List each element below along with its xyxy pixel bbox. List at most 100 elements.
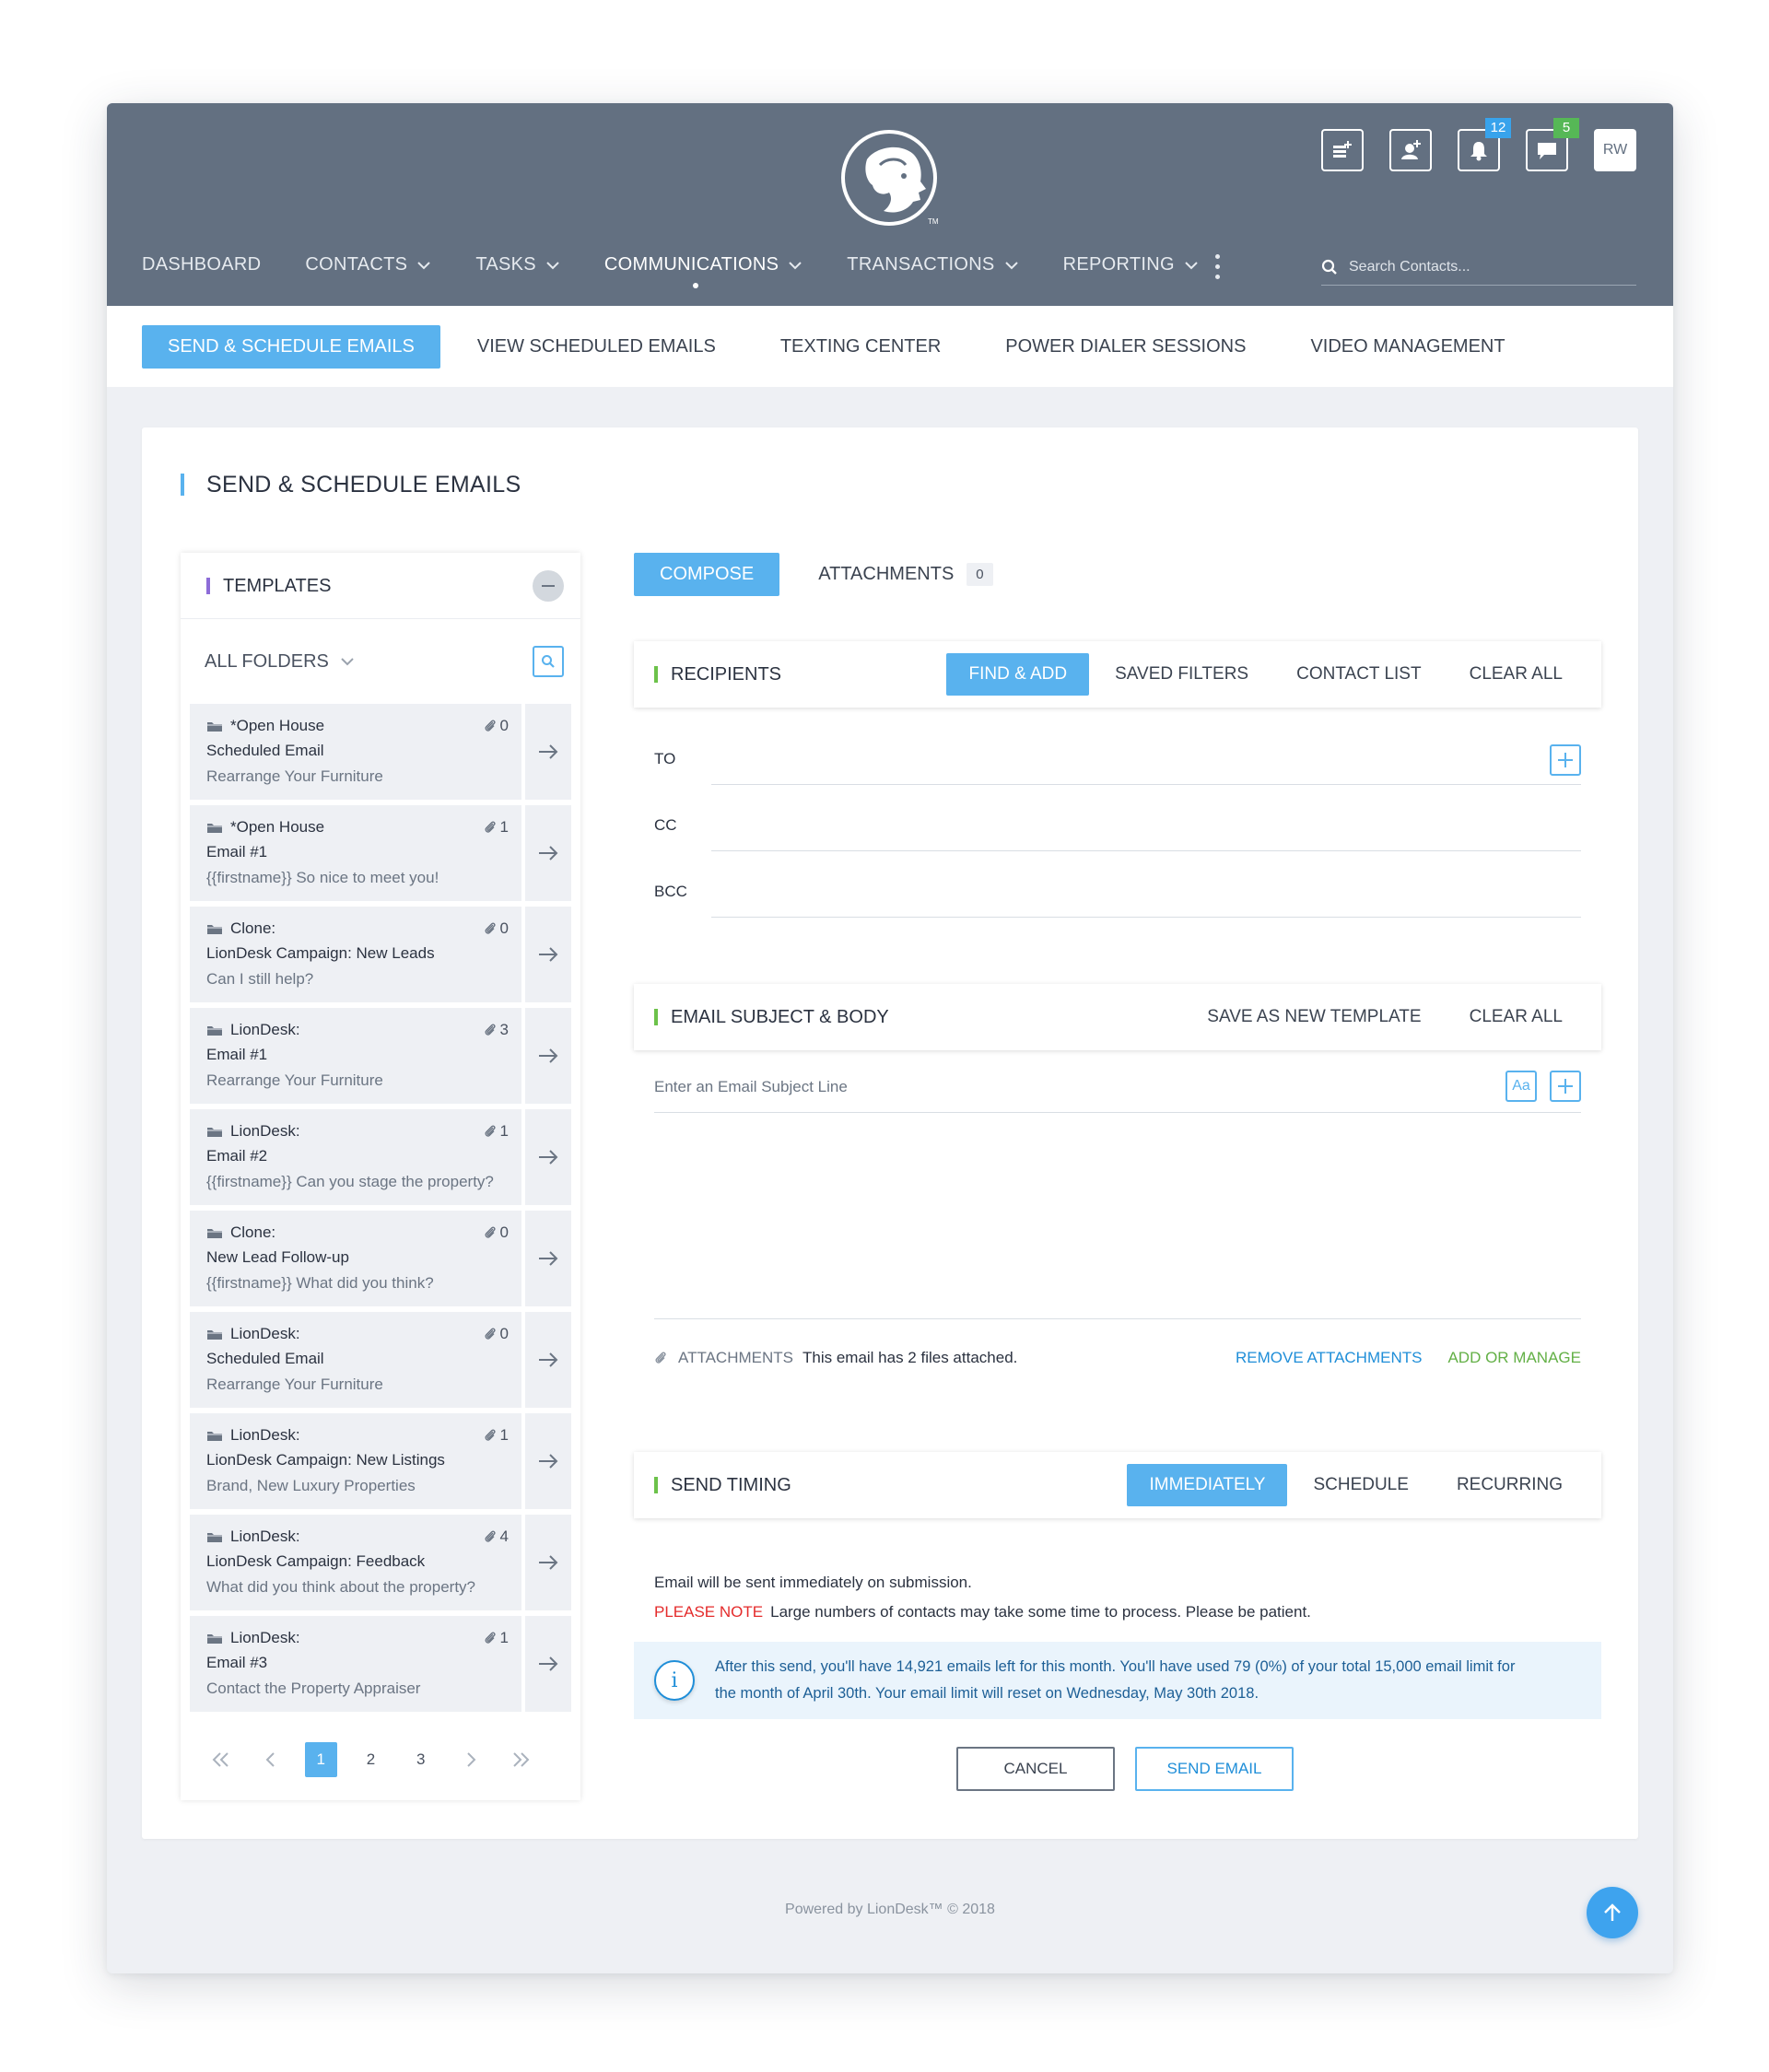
subnav-texting-center[interactable]: TEXTING CENTER [780,336,941,357]
more-menu-icon[interactable] [1215,254,1221,280]
user-add-icon [1401,140,1421,159]
nav-tasks[interactable]: TASKS [475,254,560,275]
clear-recipients-button[interactable]: CLEAR ALL [1470,664,1563,685]
use-template-button[interactable] [525,1515,571,1610]
template-item[interactable]: LionDesk: Email #2 {{firstname}} Can you s… [190,1109,521,1205]
use-template-button[interactable] [525,1211,571,1306]
paperclip-icon [485,1328,496,1340]
template-subject: Rearrange Your Furniture [206,1071,383,1089]
template-row[interactable]: *Open House Email #1 {{firstname}} So nice… [190,805,571,901]
paperclip-icon [485,1429,496,1441]
find-add-button[interactable]: FIND & ADD [946,653,1090,696]
template-count-value: 3 [499,1021,509,1038]
page-2-button[interactable]: 2 [355,1742,387,1777]
scroll-to-top-button[interactable] [1587,1887,1638,1938]
subnav-power-dialer-sessions[interactable]: POWER DIALER SESSIONS [1005,336,1246,357]
use-template-button[interactable] [525,1413,571,1509]
use-template-button[interactable] [525,1312,571,1408]
use-template-button[interactable] [525,1616,571,1712]
saved-filters-button[interactable]: SAVED FILTERS [1115,664,1248,685]
folder-dropdown[interactable]: ALL FOLDERS [205,651,355,673]
collapse-templates-icon[interactable] [533,569,564,602]
folder-icon [207,823,222,833]
timing-immediately-button[interactable]: IMMEDIATELY [1127,1464,1288,1506]
template-row[interactable]: LionDesk: Scheduled Email Rearrange Your F… [190,1312,571,1408]
first-page-button[interactable] [205,1742,237,1777]
template-count-value: 0 [499,1223,509,1241]
lion-logo-icon[interactable]: TM [839,128,939,228]
use-template-button[interactable] [525,1109,571,1205]
insert-field-icon[interactable] [1550,1071,1581,1102]
template-item[interactable]: Clone: LionDesk Campaign: New Leads Can I … [190,907,521,1002]
page-3-button[interactable]: 3 [404,1742,437,1777]
template-search-button[interactable] [533,646,564,677]
add-recipient-icon[interactable] [1550,744,1581,776]
text-format-button[interactable]: Aa [1505,1071,1537,1102]
double-chevron-left-icon [212,1752,228,1767]
nav-transactions[interactable]: TRANSACTIONS [847,254,1018,275]
nav-communications[interactable]: COMMUNICATIONS [604,254,802,288]
last-page-button[interactable] [505,1742,537,1777]
template-row[interactable]: *Open House Scheduled Email Rearrange Your… [190,704,571,800]
nav-dashboard[interactable]: DASHBOARD [142,254,261,275]
use-template-button[interactable] [525,907,571,1002]
send-email-button[interactable]: SEND EMAIL [1135,1747,1294,1791]
user-avatar[interactable]: RW [1594,129,1636,171]
notifications-button[interactable]: 12 [1458,118,1511,171]
nav-contacts[interactable]: CONTACTS [305,254,431,275]
timing-schedule-button[interactable]: SCHEDULE [1313,1475,1408,1495]
chevron-down-icon [341,658,354,666]
template-row[interactable]: LionDesk: LionDesk Campaign: New Listings… [190,1413,571,1509]
subject-input[interactable] [654,1063,1483,1111]
page-1-button[interactable]: 1 [304,1742,337,1777]
template-item[interactable]: *Open House Scheduled Email Rearrange Your… [190,704,521,800]
prev-page-button[interactable] [254,1742,287,1777]
use-template-button[interactable] [525,1008,571,1104]
nav-reporting[interactable]: REPORTING [1063,254,1199,275]
save-as-template-button[interactable]: SAVE AS NEW TEMPLATE [1207,1007,1421,1027]
template-row[interactable]: LionDesk: LionDesk Campaign: Feedback What… [190,1515,571,1610]
to-input[interactable] [711,737,1581,785]
add-manage-attachments-link[interactable]: ADD OR MANAGE [1447,1349,1581,1367]
folder-dropdown-label: ALL FOLDERS [205,650,329,672]
template-item[interactable]: LionDesk: Email #3 Contact the Property Ap… [190,1616,521,1712]
please-note-text: Large numbers of contacts may take some … [770,1603,1311,1621]
cc-input[interactable] [711,803,1581,851]
use-template-button[interactable] [525,805,571,901]
search-contacts-input[interactable] [1349,258,1636,275]
tab-compose[interactable]: COMPOSE [634,553,780,596]
template-row[interactable]: LionDesk: Email #3 Contact the Property Ap… [190,1616,571,1712]
templates-pagination: 123 [205,1741,555,1778]
next-page-button[interactable] [454,1742,486,1777]
template-count-value: 1 [499,1629,509,1646]
contact-list-button[interactable]: CONTACT LIST [1296,664,1421,685]
remove-attachments-link[interactable]: REMOVE ATTACHMENTS [1236,1349,1422,1367]
clear-subject-body-button[interactable]: CLEAR ALL [1470,1007,1563,1027]
email-body-editor[interactable] [654,1113,1581,1319]
template-attachment-count: 4 [484,1528,509,1546]
template-item[interactable]: LionDesk: Email #1 Rearrange Your Furnitur… [190,1008,521,1104]
cancel-button[interactable]: CANCEL [956,1747,1115,1791]
add-contact-button[interactable] [1389,129,1432,171]
messages-button[interactable]: 5 [1526,118,1579,171]
template-item[interactable]: Clone: New Lead Follow-up {{firstname}} Wh… [190,1211,521,1306]
template-item[interactable]: LionDesk: LionDesk Campaign: New Listings… [190,1413,521,1509]
bcc-input[interactable] [711,870,1581,918]
subnav-send-schedule-emails[interactable]: SEND & SCHEDULE EMAILS [142,324,440,369]
tab-attachments[interactable]: ATTACHMENTS 0 [818,563,993,586]
template-row[interactable]: LionDesk: Email #2 {{firstname}} Can you s… [190,1109,571,1205]
template-row[interactable]: Clone: LionDesk Campaign: New Leads Can I … [190,907,571,1002]
use-template-button[interactable] [525,704,571,800]
chevron-down-icon [789,261,802,269]
timing-recurring-button[interactable]: RECURRING [1457,1475,1563,1495]
arrow-right-icon [539,947,558,962]
template-row[interactable]: Clone: New Lead Follow-up {{firstname}} Wh… [190,1211,571,1306]
add-task-button[interactable] [1321,129,1364,171]
subnav-view-scheduled-emails[interactable]: VIEW SCHEDULED EMAILS [477,336,716,357]
template-row[interactable]: LionDesk: Email #1 Rearrange Your Furnitur… [190,1008,571,1104]
timing-description: Email will be sent immediately on submis… [654,1574,972,1591]
template-item[interactable]: LionDesk: LionDesk Campaign: Feedback What… [190,1515,521,1610]
subnav-video-management[interactable]: VIDEO MANAGEMENT [1310,336,1505,357]
template-item[interactable]: LionDesk: Scheduled Email Rearrange Your F… [190,1312,521,1408]
template-item[interactable]: *Open House Email #1 {{firstname}} So nice… [190,805,521,901]
